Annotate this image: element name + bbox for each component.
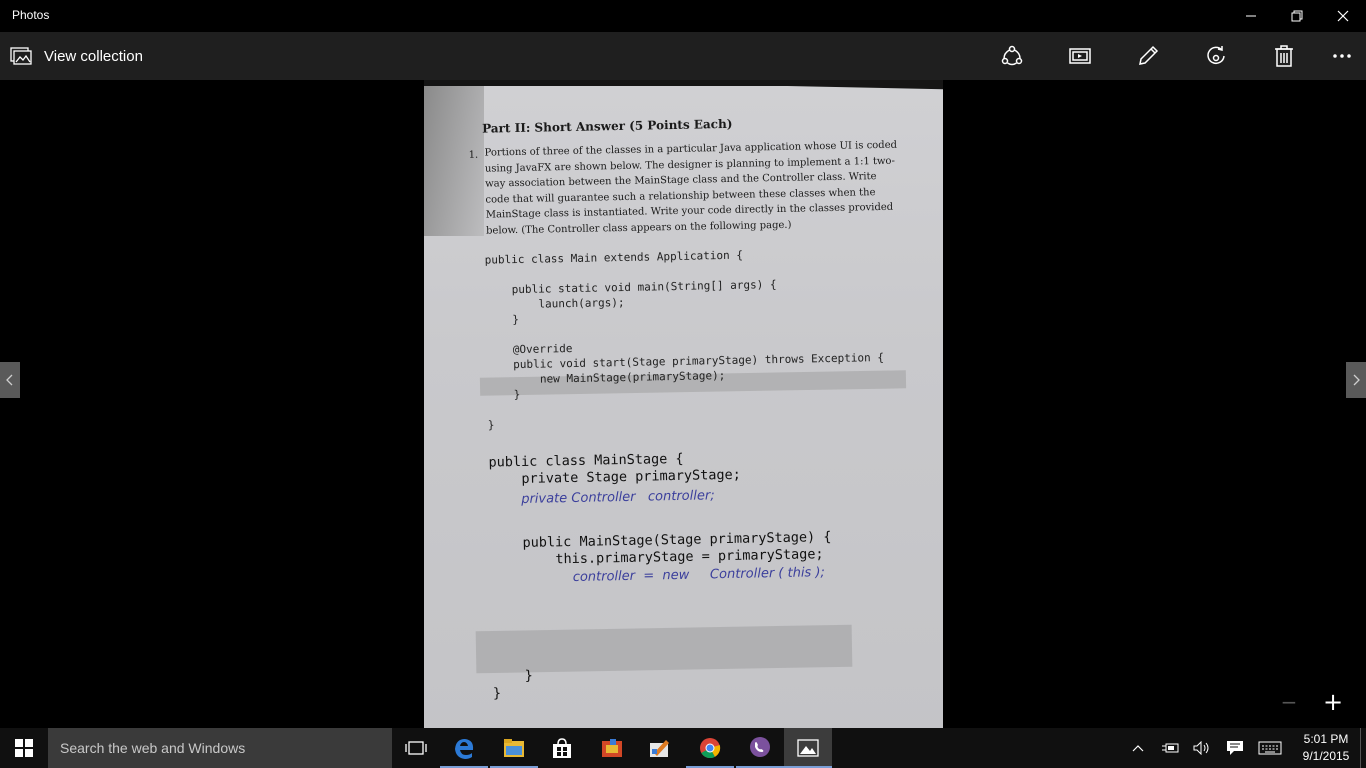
slideshow-icon [1069,48,1091,64]
zoom-in-button[interactable]: + [1319,688,1347,716]
taskbar: Search the web and Windows 5:01 PM 9/1/2… [0,728,1366,768]
task-view-icon [405,741,427,755]
handwritten-field: private Controller controller; [521,488,715,507]
chevron-right-icon [1353,374,1360,386]
power-tray-button[interactable] [1158,728,1182,768]
task-view-button[interactable] [392,728,440,768]
photos-icon [797,739,819,757]
minimize-button[interactable] [1228,0,1274,32]
edit-pencil-icon [1139,45,1159,65]
office-icon [602,739,622,757]
volume-icon [1193,741,1209,755]
chevron-up-icon [1132,745,1144,752]
delete-button[interactable] [1260,32,1308,80]
windows-logo-icon [15,739,33,757]
store-icon [553,738,571,758]
action-center-button[interactable] [1222,728,1248,768]
photo-toolbar: View collection [0,32,1366,80]
taskbar-photos[interactable] [784,728,832,768]
taskbar-viber[interactable] [736,728,784,768]
question-number: 1. [468,149,479,161]
share-button[interactable] [988,32,1036,80]
keyboard-icon [1258,741,1282,755]
view-collection-button[interactable]: View collection [10,32,143,80]
rotate-icon [1207,46,1225,65]
show-hidden-icons-button[interactable] [1128,728,1148,768]
edge-icon [455,739,474,759]
start-button[interactable] [0,728,48,768]
zoom-out-button[interactable]: − [1275,688,1303,716]
taskbar-clock[interactable]: 5:01 PM 9/1/2015 [1294,731,1358,765]
photo-viewer: Part II: Short Answer (5 Points Each) 1.… [0,80,1366,728]
code-mainstage-constructor: public MainStage(Stage primaryStage) { t… [489,529,832,569]
file-explorer-icon [504,739,524,757]
show-desktop-button[interactable] [1360,728,1366,768]
clock-date: 9/1/2015 [1302,749,1350,763]
collection-icon [10,47,32,65]
clock-time: 5:01 PM [1303,732,1349,746]
rotate-button[interactable] [1192,32,1240,80]
taskbar-chrome[interactable] [686,728,734,768]
taskbar-office[interactable] [588,728,636,768]
title-bar: Photos [0,0,1366,32]
paint-icon [650,740,669,757]
app-title: Photos [12,8,50,22]
next-photo-button[interactable] [1346,362,1366,398]
close-button[interactable] [1320,0,1366,32]
taskbar-store[interactable] [538,728,586,768]
taskbar-search-box[interactable]: Search the web and Windows [48,728,392,768]
battery-plugged-icon [1162,743,1179,753]
question-paragraph: Portions of three of the classes in a pa… [484,139,898,237]
taskbar-paint[interactable] [636,728,684,768]
chrome-icon [700,738,721,759]
touch-keyboard-button[interactable] [1254,728,1286,768]
notification-icon [1227,741,1243,755]
slideshow-button[interactable] [1056,32,1104,80]
taskbar-file-explorer[interactable] [490,728,538,768]
code-main-class: public class Main extends Application { … [484,248,885,432]
search-placeholder: Search the web and Windows [60,740,246,756]
delete-icon [1275,45,1293,67]
restore-icon [1291,10,1303,22]
viber-icon [750,737,770,757]
close-icon [1337,10,1349,22]
more-icon [1333,54,1351,58]
view-collection-label: View collection [44,47,143,65]
chevron-left-icon [6,374,13,386]
code-mainstage-fields: public class MainStage { private Stage p… [488,450,741,488]
volume-tray-button[interactable] [1190,728,1214,768]
previous-photo-button[interactable] [0,362,20,398]
edit-button[interactable] [1124,32,1172,80]
minimize-icon [1246,15,1256,17]
document-text: Part II: Short Answer (5 Points Each) 1.… [464,114,915,703]
taskbar-edge[interactable] [440,728,488,768]
restore-button[interactable] [1274,0,1320,32]
more-button[interactable] [1318,32,1366,80]
photo[interactable]: Part II: Short Answer (5 Points Each) 1.… [424,80,943,728]
share-icon [1001,45,1023,66]
